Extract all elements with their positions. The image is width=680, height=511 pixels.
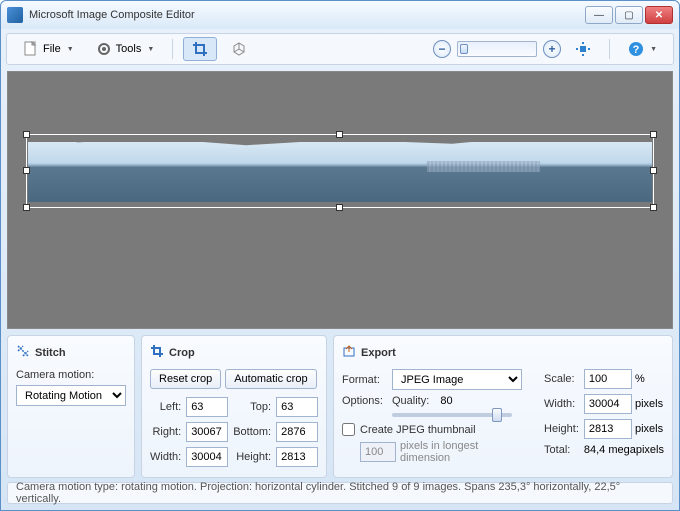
scale-label: Scale: bbox=[544, 373, 579, 385]
separator bbox=[172, 39, 173, 59]
export-width-label: Width: bbox=[544, 398, 579, 410]
crop-width-input[interactable] bbox=[186, 447, 228, 467]
export-panel: Export Format: JPEG Image Options: Quali… bbox=[333, 335, 673, 478]
left-label: Left: bbox=[150, 401, 181, 413]
crop-title-text: Crop bbox=[169, 347, 195, 359]
quality-label: Quality: bbox=[392, 395, 429, 407]
zoom-in-button[interactable]: + bbox=[543, 40, 561, 58]
thumbnail-suffix: pixels in longest dimension bbox=[400, 440, 528, 464]
crop-handle-tr[interactable] bbox=[650, 131, 657, 138]
canvas[interactable] bbox=[7, 71, 673, 329]
bottom-label: Bottom: bbox=[233, 426, 271, 438]
export-width-input[interactable] bbox=[584, 394, 632, 414]
toolbar: File ▼ Tools ▼ − + bbox=[6, 33, 674, 65]
thumbnail-checkbox[interactable] bbox=[342, 423, 355, 436]
crop-height-label: Height: bbox=[233, 451, 271, 463]
separator bbox=[609, 39, 610, 59]
scale-unit: % bbox=[635, 373, 645, 385]
reset-crop-button[interactable]: Reset crop bbox=[150, 369, 221, 389]
crop-handle-br[interactable] bbox=[650, 204, 657, 211]
crop-height-input[interactable] bbox=[276, 447, 318, 467]
quality-slider[interactable] bbox=[392, 413, 512, 417]
top-input[interactable] bbox=[276, 397, 318, 417]
crop-handle-tm[interactable] bbox=[336, 131, 343, 138]
thumbnail-label: Create JPEG thumbnail bbox=[360, 424, 476, 436]
window-title: Microsoft Image Composite Editor bbox=[29, 9, 585, 21]
quality-slider-handle[interactable] bbox=[492, 408, 502, 422]
export-icon bbox=[342, 344, 356, 361]
crop-handle-mr[interactable] bbox=[650, 167, 657, 174]
chevron-down-icon: ▼ bbox=[147, 46, 154, 53]
gear-icon bbox=[96, 41, 112, 57]
maximize-button[interactable]: ▢ bbox=[615, 6, 643, 24]
stitch-title-text: Stitch bbox=[35, 347, 66, 359]
fit-icon bbox=[575, 41, 591, 57]
crop-width-label: Width: bbox=[150, 451, 181, 463]
thumbnail-size-input bbox=[360, 442, 396, 462]
crop-icon bbox=[150, 344, 164, 361]
format-label: Format: bbox=[342, 374, 388, 386]
rotate-tool-button[interactable] bbox=[223, 38, 255, 60]
app-window: Microsoft Image Composite Editor — ▢ ✕ F… bbox=[0, 0, 680, 511]
format-select[interactable]: JPEG Image bbox=[392, 369, 522, 390]
top-label: Top: bbox=[233, 401, 271, 413]
help-icon: ? bbox=[628, 41, 644, 57]
panels-row: Stitch Camera motion: Rotating Motion Cr… bbox=[7, 335, 673, 478]
fit-view-button[interactable] bbox=[567, 38, 599, 60]
export-title-text: Export bbox=[361, 347, 396, 359]
svg-text:?: ? bbox=[633, 44, 640, 56]
stitch-panel: Stitch Camera motion: Rotating Motion bbox=[7, 335, 135, 478]
chevron-down-icon: ▼ bbox=[650, 46, 657, 53]
status-text: Camera motion type: rotating motion. Pro… bbox=[16, 481, 664, 505]
window-controls: — ▢ ✕ bbox=[585, 6, 673, 24]
total-value: 84,4 megapixels bbox=[584, 444, 664, 456]
export-title: Export bbox=[342, 344, 664, 361]
chevron-down-icon: ▼ bbox=[67, 46, 74, 53]
tools-label: Tools bbox=[116, 43, 142, 55]
titlebar: Microsoft Image Composite Editor — ▢ ✕ bbox=[1, 1, 679, 29]
bottom-input[interactable] bbox=[276, 422, 318, 442]
crop-handle-bm[interactable] bbox=[336, 204, 343, 211]
left-input[interactable] bbox=[186, 397, 228, 417]
app-icon bbox=[7, 7, 23, 23]
statusbar: Camera motion type: rotating motion. Pro… bbox=[7, 482, 673, 504]
zoom-slider[interactable] bbox=[457, 41, 537, 57]
px-unit: pixels bbox=[635, 398, 663, 410]
automatic-crop-button[interactable]: Automatic crop bbox=[225, 369, 316, 389]
cube-icon bbox=[231, 41, 247, 57]
crop-panel: Crop Reset crop Automatic crop Left: Top… bbox=[141, 335, 327, 478]
export-height-label: Height: bbox=[544, 423, 579, 435]
stitch-icon bbox=[16, 344, 30, 361]
quality-value: 80 bbox=[440, 395, 452, 407]
right-label: Right: bbox=[150, 426, 181, 438]
file-menu[interactable]: File ▼ bbox=[15, 38, 82, 60]
zoom-out-button[interactable]: − bbox=[433, 40, 451, 58]
crop-rectangle[interactable] bbox=[26, 134, 654, 208]
minimize-button[interactable]: — bbox=[585, 6, 613, 24]
options-label: Options: bbox=[342, 395, 388, 407]
file-label: File bbox=[43, 43, 61, 55]
export-height-input[interactable] bbox=[584, 419, 632, 439]
zoom-handle[interactable] bbox=[460, 44, 468, 54]
scale-input[interactable] bbox=[584, 369, 632, 389]
px-unit: pixels bbox=[635, 423, 663, 435]
close-button[interactable]: ✕ bbox=[645, 6, 673, 24]
crop-icon bbox=[192, 41, 208, 57]
crop-handle-tl[interactable] bbox=[23, 131, 30, 138]
crop-tool-button[interactable] bbox=[183, 37, 217, 61]
crop-handle-ml[interactable] bbox=[23, 167, 30, 174]
camera-motion-select[interactable]: Rotating Motion bbox=[16, 385, 126, 406]
camera-motion-label: Camera motion: bbox=[16, 369, 94, 381]
file-icon bbox=[23, 41, 39, 57]
crop-handle-bl[interactable] bbox=[23, 204, 30, 211]
stitch-title: Stitch bbox=[16, 344, 126, 361]
tools-menu[interactable]: Tools ▼ bbox=[88, 38, 163, 60]
right-input[interactable] bbox=[186, 422, 228, 442]
help-button[interactable]: ? ▼ bbox=[620, 38, 665, 60]
total-label: Total: bbox=[544, 444, 579, 456]
crop-title: Crop bbox=[150, 344, 318, 361]
